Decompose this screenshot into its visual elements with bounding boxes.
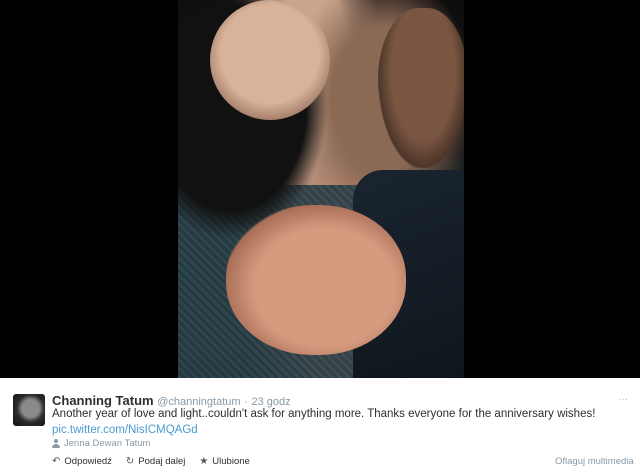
person-icon bbox=[52, 439, 60, 448]
reply-button[interactable]: ↶ Odpowiedź bbox=[52, 456, 112, 467]
tweet-text: Another year of love and light..couldn't… bbox=[52, 408, 596, 420]
more-icon[interactable]: … bbox=[617, 392, 629, 404]
tagged-user-name[interactable]: Jenna Dewan Tatum bbox=[64, 438, 150, 449]
retweet-icon: ↻ bbox=[125, 455, 135, 467]
user-handle[interactable]: @channingtatum bbox=[157, 396, 240, 408]
flag-media-link[interactable]: Oflaguj multimedia bbox=[555, 456, 634, 467]
user-name[interactable]: Channing Tatum bbox=[52, 393, 154, 408]
reply-arrow-icon: ↶ bbox=[52, 455, 61, 467]
avatar[interactable] bbox=[13, 394, 45, 426]
tweet-header: Channing Tatum @channingtatum · 23 godz bbox=[52, 393, 291, 408]
tagged-user[interactable]: Jenna Dewan Tatum bbox=[52, 438, 150, 449]
tweet-actions: ↶ Odpowiedź ↻ Podaj dalej ★ Ulubione bbox=[52, 456, 250, 467]
media-viewer bbox=[0, 0, 640, 378]
reply-label: Odpowiedź bbox=[64, 456, 112, 467]
separator-dot: · bbox=[244, 396, 248, 408]
favorite-label: Ulubione bbox=[212, 456, 250, 467]
tweet-timestamp[interactable]: 23 godz bbox=[251, 396, 290, 408]
favorite-button[interactable]: ★ Ulubione bbox=[199, 456, 249, 467]
retweet-label: Podaj dalej bbox=[138, 456, 186, 467]
tweet-media-link[interactable]: pic.twitter.com/NisICMQAGd bbox=[52, 424, 198, 436]
photo-woman-face bbox=[210, 0, 330, 120]
photo-man-face bbox=[226, 205, 406, 355]
star-icon: ★ bbox=[199, 455, 209, 467]
tweet-photo[interactable] bbox=[178, 0, 464, 378]
retweet-button[interactable]: ↻ Podaj dalej bbox=[126, 456, 185, 467]
photo-child bbox=[378, 8, 464, 168]
